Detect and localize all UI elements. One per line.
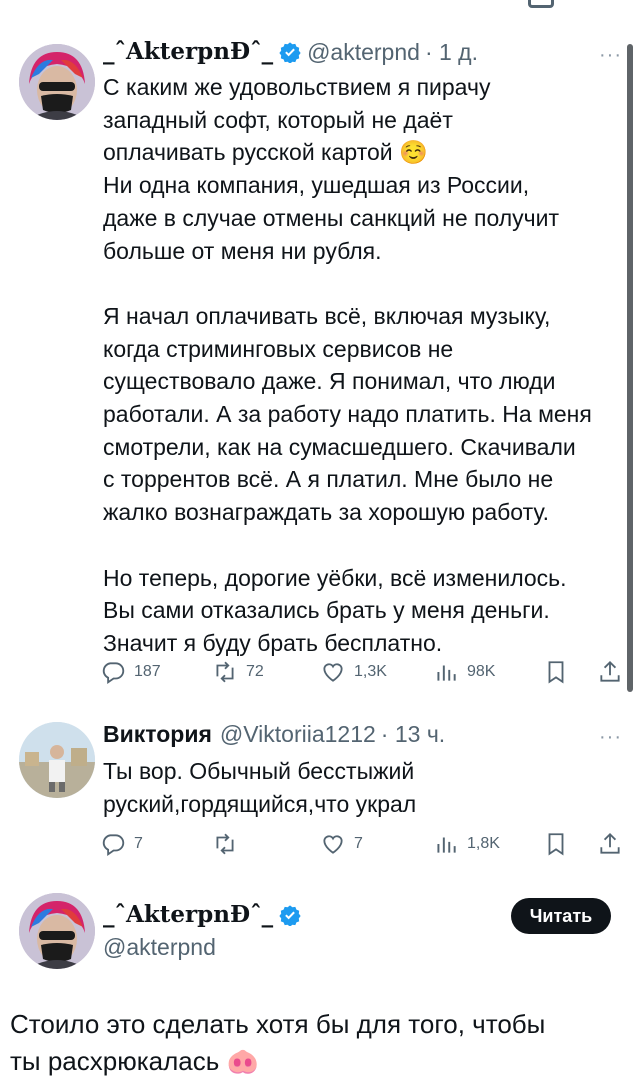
- avatar[interactable]: [19, 893, 95, 969]
- share-icon: [600, 832, 620, 854]
- reply-icon: [102, 834, 125, 857]
- more-icon[interactable]: ···: [599, 726, 622, 749]
- views-button[interactable]: 1,8K: [433, 829, 500, 859]
- views-count: 1,8K: [467, 835, 500, 852]
- tweet1-actions: 187 72 1,3K 98K: [100, 657, 630, 687]
- tweet-text: Стоило это сделать хотя бы для того, что…: [10, 1009, 546, 1076]
- display-name[interactable]: Виктория: [103, 719, 212, 749]
- display-name[interactable]: _ˆAkterpnĐˆ_: [103, 37, 273, 67]
- header-icon-fragment: [528, 0, 554, 8]
- tweet-text: Ты вор. Обычный бесстыжий руский,гордящи…: [103, 758, 417, 817]
- reply-count: 187: [134, 663, 161, 680]
- reply-icon: [102, 662, 125, 685]
- reply-button[interactable]: 187: [100, 657, 161, 687]
- verified-badge-icon: [279, 42, 301, 63]
- more-icon[interactable]: ···: [599, 44, 622, 67]
- views-icon: [437, 837, 456, 853]
- views-button[interactable]: 98K: [433, 657, 495, 687]
- bookmark-button[interactable]: [543, 829, 577, 859]
- tweet2-header: Виктория @Viktoriia1212 · 13 ч.: [103, 719, 445, 749]
- avatar-image: [19, 44, 95, 120]
- retweet-icon: [216, 661, 234, 683]
- tweet1-header: _ˆAkterpnĐˆ_ @akterpnd · 1 д.: [103, 37, 478, 67]
- like-button[interactable]: 7: [320, 829, 363, 859]
- like-count: 7: [354, 835, 363, 852]
- timestamp[interactable]: · 1 д.: [425, 37, 478, 67]
- share-button[interactable]: [597, 657, 631, 687]
- reply-button[interactable]: 7: [100, 829, 143, 859]
- bookmark-icon: [548, 661, 564, 684]
- scrollbar[interactable]: [627, 44, 633, 692]
- follow-button[interactable]: Читать: [511, 898, 611, 934]
- views-count: 98K: [467, 663, 496, 680]
- avatar[interactable]: [19, 722, 95, 798]
- bookmark-button[interactable]: [543, 657, 577, 687]
- retweet-count: 72: [246, 663, 264, 680]
- retweet-button[interactable]: 72: [212, 657, 264, 687]
- handle[interactable]: @akterpnd: [103, 932, 216, 962]
- retweet-button[interactable]: [212, 829, 246, 859]
- like-icon: [323, 663, 343, 682]
- handle[interactable]: @Viktoriia1212: [220, 719, 376, 749]
- avatar[interactable]: [19, 44, 95, 120]
- avatar-image: [19, 893, 95, 969]
- verified-badge-icon: [279, 905, 301, 926]
- handle[interactable]: @akterpnd: [307, 37, 420, 67]
- like-button[interactable]: 1,3K: [320, 657, 387, 687]
- tweet2-actions: 7 7 1,8K: [100, 829, 630, 859]
- tweet3-header: _ˆAkterpnĐˆ_: [103, 900, 307, 930]
- share-icon: [600, 660, 620, 682]
- share-button[interactable]: [597, 829, 631, 859]
- display-name[interactable]: _ˆAkterpnĐˆ_: [103, 900, 273, 930]
- like-count: 1,3K: [354, 663, 387, 680]
- timestamp[interactable]: · 13 ч.: [381, 719, 445, 749]
- like-icon: [323, 835, 343, 854]
- tweet-text: С каким же удовольствием я пирачу западн…: [103, 74, 592, 656]
- avatar-image: [19, 722, 95, 798]
- views-icon: [437, 665, 456, 681]
- bookmark-icon: [548, 833, 564, 856]
- retweet-icon: [216, 833, 234, 855]
- reply-count: 7: [134, 835, 143, 852]
